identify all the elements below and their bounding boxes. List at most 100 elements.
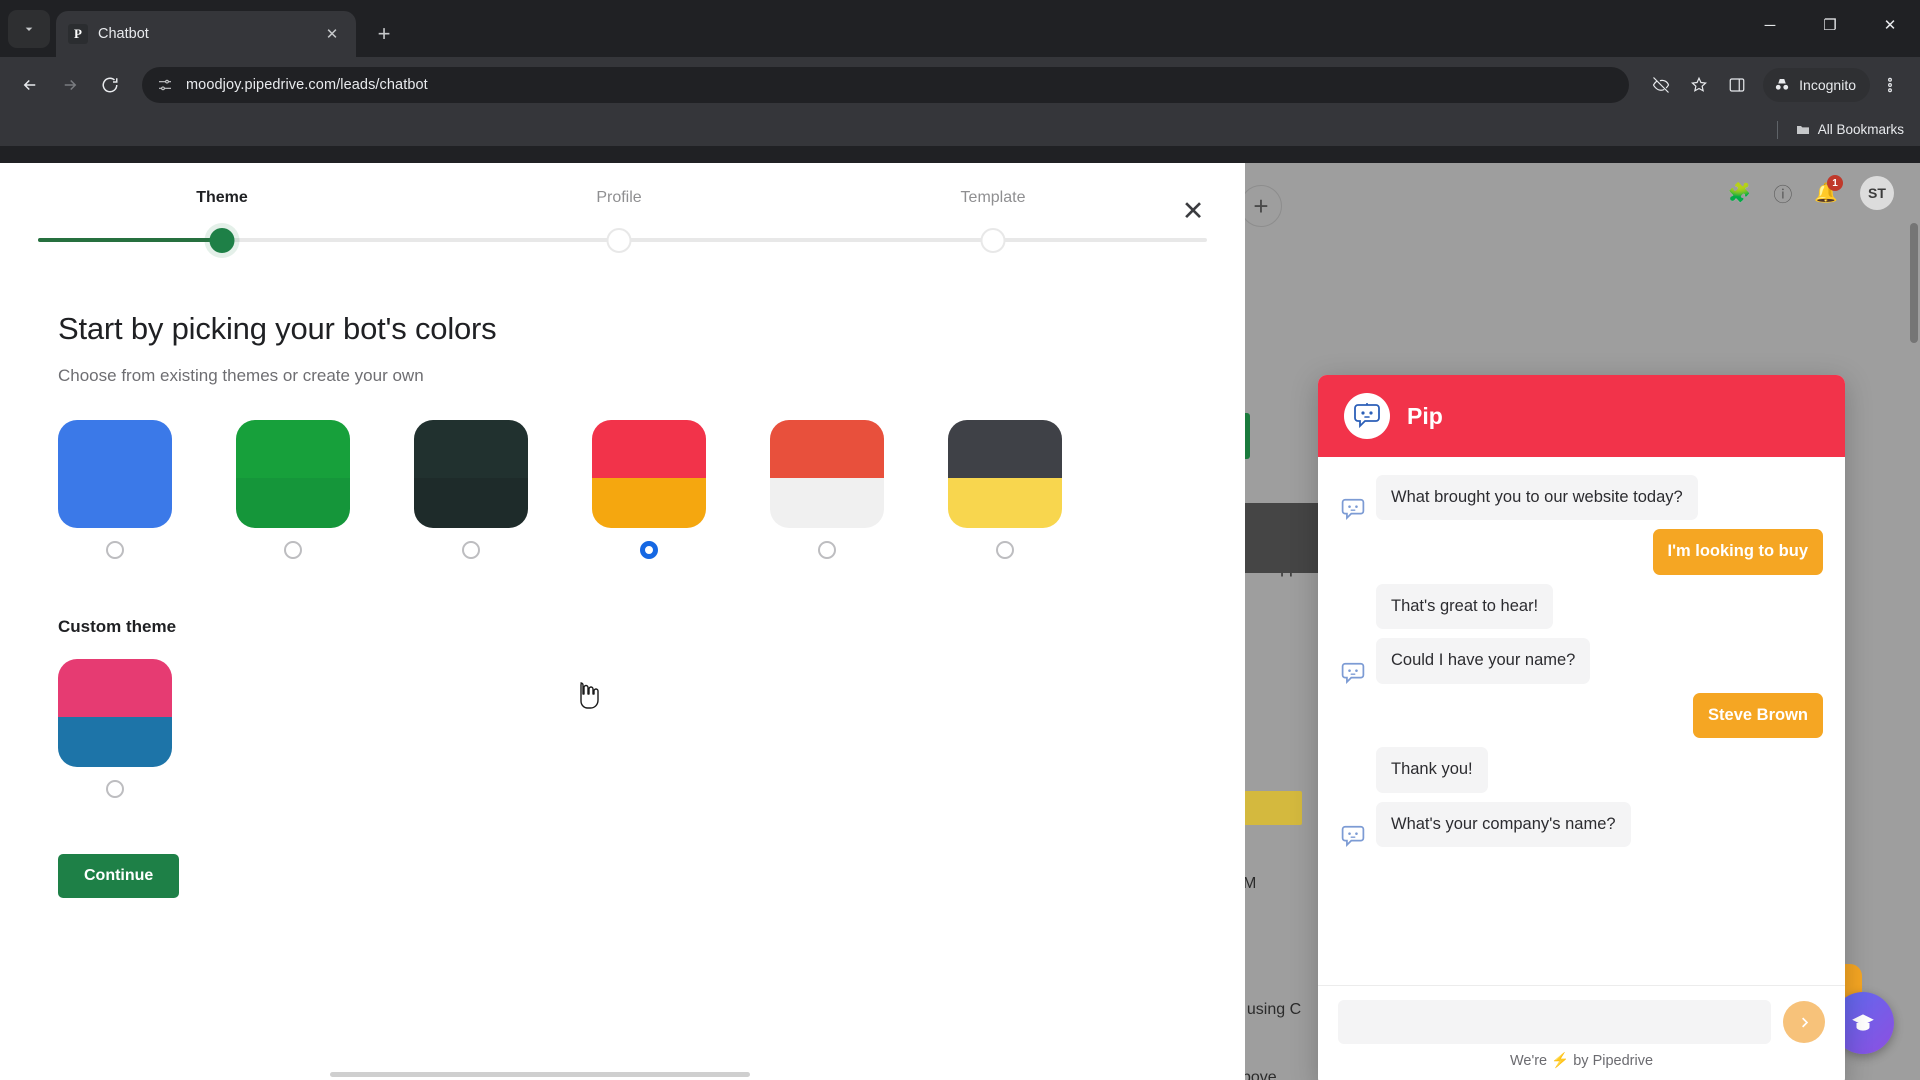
tab-strip: P Chatbot ✕ + ─ ❐ ✕ xyxy=(0,0,1920,57)
step-node-profile[interactable] xyxy=(606,228,632,253)
forward-icon[interactable] xyxy=(52,67,88,103)
chat-bubble: Thank you! xyxy=(1376,747,1488,793)
chat-bubble: That's great to hear! xyxy=(1376,583,1554,630)
pipedrive-favicon: P xyxy=(68,24,88,44)
chat-message-user: I'm looking to buy xyxy=(1340,529,1823,575)
chevron-right-icon[interactable] xyxy=(1783,1001,1825,1043)
incognito-label: Incognito xyxy=(1799,77,1856,93)
all-bookmarks-label: All Bookmarks xyxy=(1817,122,1904,137)
kebab-menu-icon[interactable] xyxy=(1872,67,1908,103)
chat-bubble: What brought you to our website today? xyxy=(1376,475,1698,521)
bell-icon[interactable]: 🔔 1 xyxy=(1814,175,1843,205)
step-label-profile[interactable]: Profile xyxy=(596,189,641,207)
bg-snippet-using: t using C xyxy=(1238,1001,1302,1018)
window-close-button[interactable]: ✕ xyxy=(1860,0,1920,50)
progress-track xyxy=(38,223,1207,257)
footer-suffix: by Pipedrive xyxy=(1573,1053,1654,1069)
maximize-button[interactable]: ❐ xyxy=(1800,0,1860,50)
chat-message-bot: What's your company's name? xyxy=(1340,801,1823,847)
theme-option-salmon-white[interactable] xyxy=(770,420,884,559)
bolt-icon: ⚡ xyxy=(1551,1053,1570,1069)
theme-radio[interactable] xyxy=(106,541,124,559)
chat-message-bot: Could I have your name? xyxy=(1340,638,1823,684)
page-subtitle: Choose from existing themes or create yo… xyxy=(58,366,424,385)
chat-input-area xyxy=(1318,985,1845,1052)
toolbar-right-actions: Incognito xyxy=(1643,67,1908,103)
swatch-preview xyxy=(592,420,706,528)
close-icon[interactable]: ✕ xyxy=(320,22,344,46)
step-node-template[interactable] xyxy=(980,228,1006,253)
minimize-button[interactable]: ─ xyxy=(1740,0,1800,50)
bookmark-separator xyxy=(1776,120,1778,139)
browser-tab-chatbot[interactable]: P Chatbot ✕ xyxy=(56,11,356,57)
question-circle-icon[interactable]: ⓘ xyxy=(1773,180,1792,207)
bookmarks-bar: All Bookmarks xyxy=(0,113,1920,146)
step-label-template[interactable]: Template xyxy=(961,189,1026,207)
back-icon[interactable] xyxy=(12,67,48,103)
puzzle-icon[interactable]: 🧩 xyxy=(1728,181,1752,205)
folder-icon xyxy=(1796,125,1809,134)
theme-radio[interactable] xyxy=(818,541,836,559)
close-modal-button[interactable]: ✕ xyxy=(1173,191,1213,231)
swatch-preview xyxy=(236,420,350,528)
swatch-preview xyxy=(948,420,1062,528)
bot-avatar-icon xyxy=(1344,393,1390,439)
bg-snippet-above: bove xyxy=(1242,1069,1277,1080)
chat-message-bot: That's great to hear! xyxy=(1340,583,1823,630)
theme-radio-selected[interactable] xyxy=(640,541,658,559)
new-tab-button[interactable]: + xyxy=(366,16,402,52)
chat-bubble: Could I have your name? xyxy=(1376,638,1591,684)
custom-theme-heading: Custom theme xyxy=(58,617,177,636)
tab-title: Chatbot xyxy=(98,26,149,42)
modal-actions: Continue xyxy=(58,854,1187,898)
theme-option-blue[interactable] xyxy=(58,420,172,559)
footer-prefix: We're xyxy=(1509,1053,1548,1069)
swatch-preview xyxy=(770,420,884,528)
theme-option-red-orange[interactable] xyxy=(592,420,706,559)
custom-theme-list xyxy=(58,659,1187,798)
theme-radio[interactable] xyxy=(996,541,1014,559)
chatbot-preview: Pip What brought you to our website toda… xyxy=(1318,375,1845,1080)
swatch-preview xyxy=(58,420,172,528)
all-bookmarks-button[interactable]: All Bookmarks xyxy=(1795,122,1904,138)
chat-message-bot: What brought you to our website today? xyxy=(1340,475,1823,521)
page-settings-icon[interactable] xyxy=(156,76,174,94)
tab-search-icon[interactable] xyxy=(8,10,50,48)
theme-option-custom[interactable] xyxy=(58,659,172,798)
theme-option-dark[interactable] xyxy=(414,420,528,559)
chat-bubble: Steve Brown xyxy=(1693,692,1823,739)
chatbot-setup-modal: Theme Profile Template ✕ Start by pickin… xyxy=(0,163,1245,1080)
theme-option-green[interactable] xyxy=(236,420,350,559)
page-viewport: + 🧩 ⓘ 🔔 1 ST n oppo M t using C bove Qui… xyxy=(0,163,1920,1080)
chat-footer: We're ⚡ by Pipedrive xyxy=(1318,1052,1845,1080)
eye-off-icon[interactable] xyxy=(1643,67,1679,103)
url-text: moodjoy.pipedrive.com/leads/chatbot xyxy=(186,77,428,93)
address-bar[interactable]: moodjoy.pipedrive.com/leads/chatbot xyxy=(142,67,1630,103)
browser-toolbar: moodjoy.pipedrive.com/leads/chatbot Inco… xyxy=(0,57,1920,113)
modal-horizontal-scrollbar[interactable] xyxy=(330,1072,750,1077)
theme-radio[interactable] xyxy=(284,541,302,559)
theme-radio[interactable] xyxy=(106,780,124,798)
avatar[interactable]: ST xyxy=(1860,176,1894,210)
side-panel-icon[interactable] xyxy=(1719,67,1755,103)
modal-body: Start by picking your bot's colors Choos… xyxy=(0,257,1245,898)
page-title: Start by picking your bot's colors xyxy=(58,311,497,346)
incognito-indicator[interactable]: Incognito xyxy=(1763,68,1870,102)
swatch-preview xyxy=(414,420,528,528)
page-scrollbar[interactable] xyxy=(1910,223,1918,343)
step-node-theme[interactable] xyxy=(209,228,235,253)
bot-icon xyxy=(1340,662,1366,684)
bot-name: Pip xyxy=(1407,402,1443,429)
chat-bubble: I'm looking to buy xyxy=(1652,529,1823,575)
bot-icon xyxy=(1340,498,1366,521)
chat-message-input[interactable] xyxy=(1338,1000,1771,1044)
star-icon[interactable] xyxy=(1681,67,1717,103)
step-label-theme[interactable]: Theme xyxy=(196,189,248,207)
chat-message-bot: Thank you! xyxy=(1340,747,1823,793)
theme-option-charcoal-yellow[interactable] xyxy=(948,420,1062,559)
theme-radio[interactable] xyxy=(462,541,480,559)
continue-button[interactable]: Continue xyxy=(58,854,180,898)
reload-icon[interactable] xyxy=(92,67,128,103)
browser-window: P Chatbot ✕ + ─ ❐ ✕ moodjoy.pipedrive.co… xyxy=(0,0,1920,1080)
theme-swatch-list xyxy=(58,420,1187,559)
